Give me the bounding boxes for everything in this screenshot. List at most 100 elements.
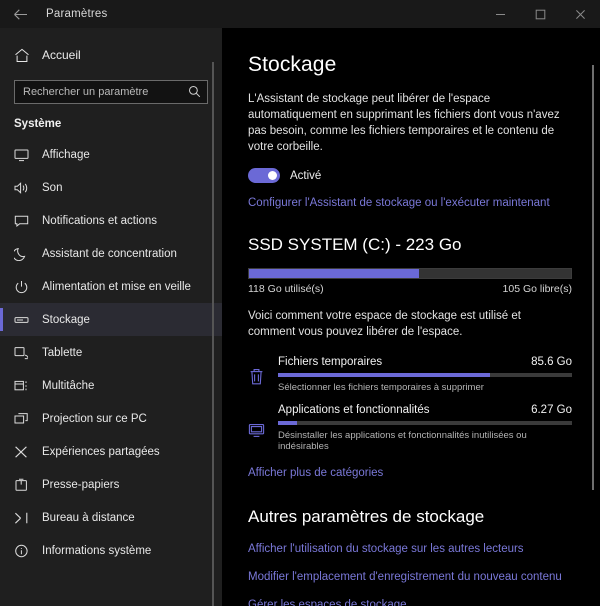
sidebar-item-label: Assistant de concentration [42,247,177,260]
sidebar-item-label: Tablette [42,346,83,359]
remote-desktop-icon [14,511,40,525]
sidebar-item-label: Projection sur ce PC [42,412,147,425]
storage-category-size: 6.27 Go [531,404,572,416]
sidebar-item-projection[interactable]: Projection sur ce PC [0,402,222,435]
storage-category-name: Applications et fonctionnalités [278,404,430,416]
sidebar-group-title: Système [14,118,62,130]
sidebar-item-label: Stockage [42,313,90,326]
storage-sense-state-label: Activé [290,169,322,182]
configure-storage-sense-link[interactable]: Configurer l'Assistant de stockage ou l'… [248,197,550,209]
other-link-change-save-location[interactable]: Modifier l'emplacement d'enregistrement … [248,571,562,583]
other-link-other-drives[interactable]: Afficher l'utilisation du stockage sur l… [248,543,524,555]
sidebar-item-label: Bureau à distance [42,511,135,524]
tablet-icon [14,346,40,360]
sidebar-item-home[interactable]: Accueil [0,38,222,72]
storage-category-head: Fichiers temporaires 85.6 Go [278,356,572,368]
home-icon [14,48,40,63]
storage-category-fill [278,373,490,377]
sidebar-item-son[interactable]: Son [0,171,222,204]
storage-category-bar [278,373,572,377]
other-settings-title: Autres paramètres de stockage [248,507,485,526]
home-label: Accueil [42,48,81,62]
drive-usage-legend: 118 Go utilisé(s) 105 Go libre(s) [248,283,572,295]
moon-icon [14,247,40,261]
monitor-icon [14,148,40,162]
storage-category-row[interactable]: Applications et fonctionnalités 6.27 Go … [248,404,572,452]
sidebar-item-tablette[interactable]: Tablette [0,336,222,369]
storage-category-size: 85.6 Go [531,356,572,368]
sidebar-item-label: Multitâche [42,379,95,392]
settings-window: Paramètres Accueil Rechercher un paramèt… [0,0,600,606]
sidebar-item-affichage[interactable]: Affichage [0,138,222,171]
maximize-button[interactable] [520,0,560,28]
drive-usage-note: Voici comment votre espace de stockage e… [248,310,521,338]
storage-category-head: Applications et fonctionnalités 6.27 Go [278,404,572,416]
minimize-button[interactable] [480,0,520,28]
back-arrow-icon[interactable] [0,0,40,28]
sidebar: Accueil Système [0,28,222,606]
sidebar-item-label: Informations système [42,544,152,557]
clipboard-icon [14,478,40,492]
sidebar-item-label: Son [42,181,63,194]
sidebar-item-experiences-partagees[interactable]: Expériences partagées [0,435,222,468]
sidebar-item-label: Presse-papiers [42,478,120,491]
sidebar-item-label: Affichage [42,148,90,161]
storage-category-list: Fichiers temporaires 85.6 Go Sélectionne… [248,356,572,452]
sidebar-item-label: Notifications et actions [42,214,158,227]
sidebar-item-bureau-a-distance[interactable]: Bureau à distance [0,501,222,534]
storage-category-name: Fichiers temporaires [278,356,383,368]
title-bar: Paramètres [0,0,600,28]
storage-sense-description: L'Assistant de stockage peut libérer de … [248,93,560,153]
storage-sense-toggle-row: Activé [248,168,572,183]
sidebar-item-label: Expériences partagées [42,445,160,458]
sidebar-item-informations-systeme[interactable]: Informations système [0,534,222,567]
storage-category-body: Fichiers temporaires 85.6 Go Sélectionne… [278,356,572,393]
drive-title: SSD SYSTEM (C:) - 223 Go [248,235,462,254]
other-settings-links: Afficher l'utilisation du stockage sur l… [248,543,572,606]
window-controls [480,0,600,28]
main-content: Stockage L'Assistant de stockage peut li… [222,28,600,606]
drive-usage-bar [248,268,572,279]
search-box[interactable] [14,80,208,104]
sidebar-item-multitache[interactable]: Multitâche [0,369,222,402]
trash-icon [248,356,278,393]
projection-icon [14,412,40,426]
power-icon [14,280,40,294]
apps-icon [248,404,278,452]
speaker-icon [14,181,40,195]
sidebar-scrollbar[interactable] [212,62,214,606]
drive-usage-fill [249,269,420,278]
page-title: Stockage [248,53,337,76]
storage-category-bar [278,421,572,425]
window-title: Paramètres [46,8,108,20]
search-icon[interactable] [188,85,201,103]
sidebar-item-stockage[interactable]: Stockage [0,303,222,336]
storage-category-subtitle: Désinstaller les applications et fonctio… [278,430,527,452]
notification-icon [14,214,40,228]
storage-category-body: Applications et fonctionnalités 6.27 Go … [278,404,572,452]
search-input[interactable] [15,86,207,98]
drive-used-label: 118 Go utilisé(s) [248,283,324,295]
sidebar-item-label: Alimentation et mise en veille [42,280,191,293]
main-scrollbar[interactable] [592,65,594,490]
shared-icon [14,445,40,459]
info-icon [14,544,40,558]
sidebar-nav: Affichage Son Notifications et actions A… [0,136,222,567]
window-body: Accueil Système [0,28,600,606]
sidebar-item-alimentation[interactable]: Alimentation et mise en veille [0,270,222,303]
close-button[interactable] [560,0,600,28]
drive-icon [14,313,40,327]
sidebar-item-presse-papiers[interactable]: Presse-papiers [0,468,222,501]
storage-category-row[interactable]: Fichiers temporaires 85.6 Go Sélectionne… [248,356,572,393]
toggle-knob [268,171,277,180]
storage-category-subtitle: Sélectionner les fichiers temporaires à … [278,382,484,393]
sidebar-item-assistant-concentration[interactable]: Assistant de concentration [0,237,222,270]
storage-category-fill [278,421,298,425]
search-container [0,72,222,104]
sidebar-item-notifications[interactable]: Notifications et actions [0,204,222,237]
multitask-icon [14,379,40,393]
other-link-manage-storage-spaces[interactable]: Gérer les espaces de stockage [248,599,407,606]
show-more-categories-link[interactable]: Afficher plus de catégories [248,467,383,479]
storage-sense-toggle[interactable] [248,168,280,183]
drive-free-label: 105 Go libre(s) [502,283,572,295]
